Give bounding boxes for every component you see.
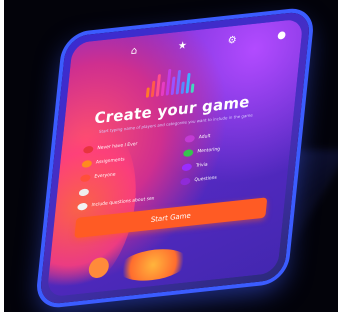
star-icon[interactable]: ★ bbox=[177, 40, 187, 52]
category-dot bbox=[82, 145, 94, 154]
phone-body: ⌂ ★ ⚙ ● Create your game Start typing na… bbox=[38, 10, 312, 306]
category-label: Mentoring bbox=[196, 147, 221, 155]
category-dot bbox=[182, 148, 194, 158]
category-dot bbox=[184, 134, 196, 143]
scene: ⌂ ★ ⚙ ● Create your game Start typing na… bbox=[4, 0, 338, 312]
info-icon[interactable]: ● bbox=[277, 29, 287, 41]
category-dot bbox=[80, 174, 91, 183]
home-icon[interactable]: ⌂ bbox=[130, 45, 137, 57]
sex-questions-toggle[interactable] bbox=[77, 202, 88, 211]
settings-icon[interactable]: ⚙ bbox=[227, 35, 237, 47]
category-label: Everyone bbox=[94, 172, 116, 180]
phone: ⌂ ★ ⚙ ● Create your game Start typing na… bbox=[38, 10, 312, 306]
phone-screen: ⌂ ★ ⚙ ● Create your game Start typing na… bbox=[46, 18, 304, 298]
category-dot bbox=[181, 163, 193, 172]
category-dot bbox=[180, 177, 191, 186]
category-dot bbox=[78, 188, 90, 197]
category-dot bbox=[81, 159, 93, 169]
category-label: Adult bbox=[198, 134, 211, 141]
category-label: Questions bbox=[194, 175, 217, 184]
top-bar: ⌂ ★ ⚙ ● bbox=[130, 29, 287, 57]
decorative-blob-bottom bbox=[116, 245, 190, 284]
equalizer-logo bbox=[145, 63, 209, 98]
category-label: Assignments bbox=[95, 157, 125, 166]
category-label: Trivia bbox=[195, 162, 208, 169]
